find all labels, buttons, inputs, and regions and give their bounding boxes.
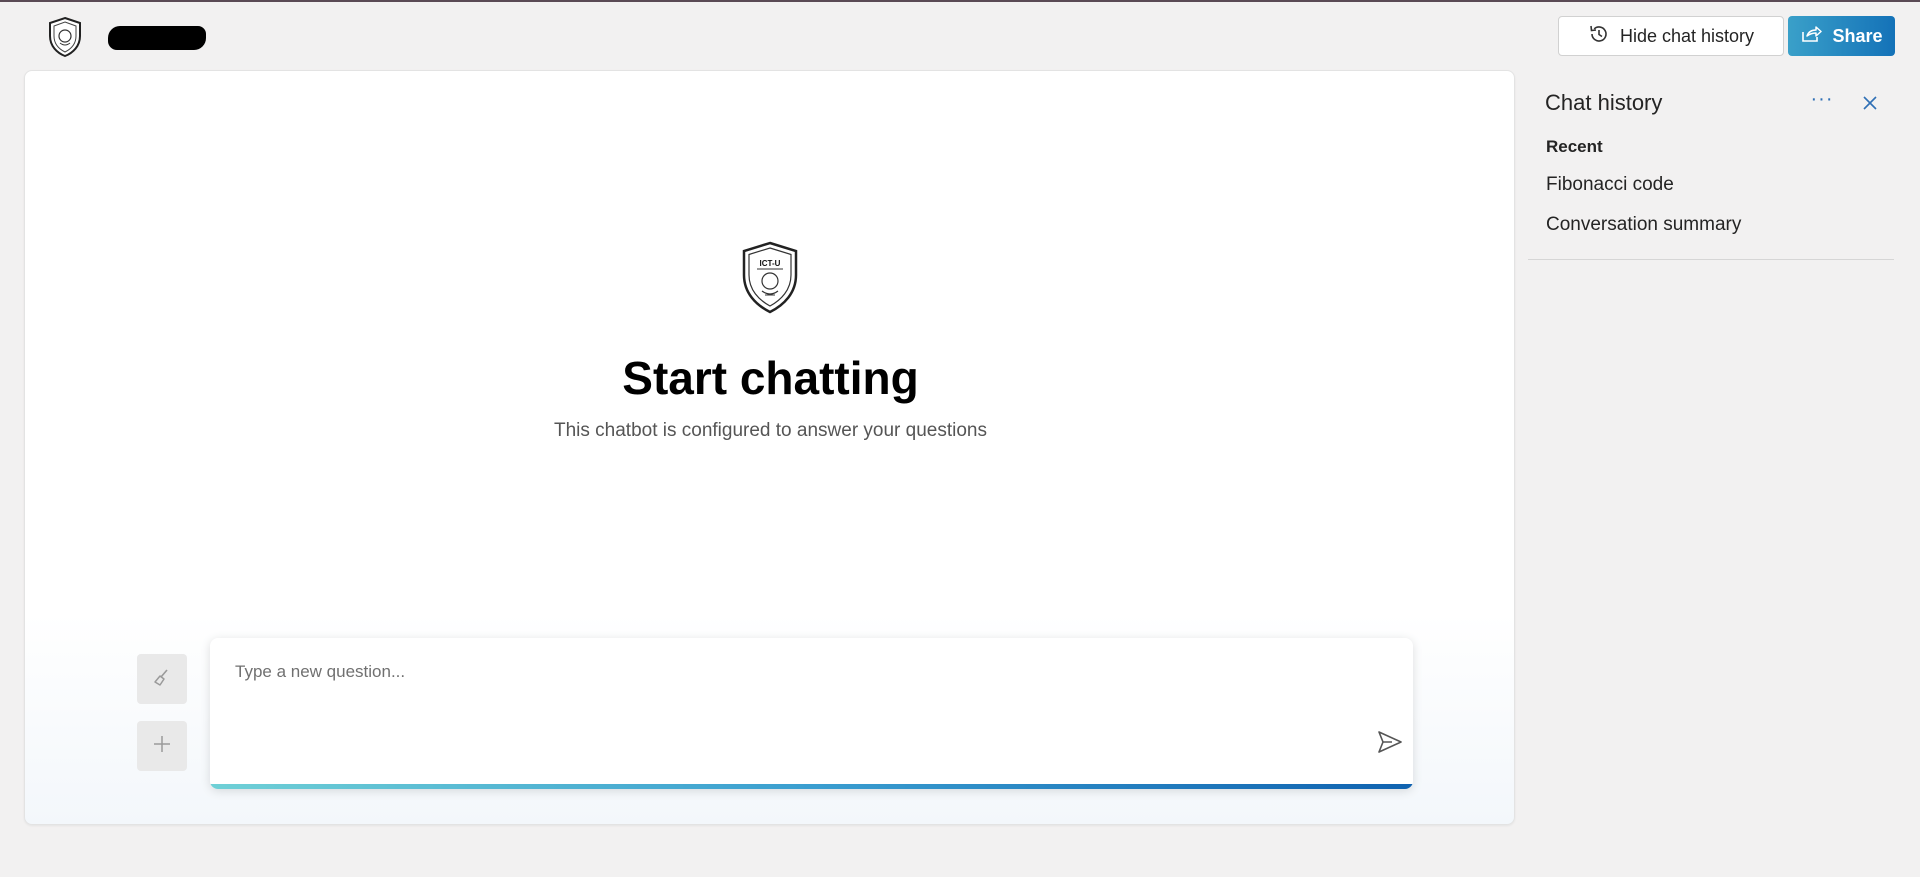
question-input[interactable] — [235, 656, 1335, 688]
share-button[interactable]: Share — [1788, 16, 1895, 56]
hide-chat-history-button[interactable]: Hide chat history — [1558, 16, 1784, 56]
recent-section-label: Recent — [1546, 137, 1603, 156]
new-chat-button[interactable] — [137, 721, 187, 771]
shield-logo-icon — [46, 16, 84, 58]
crest-logo-icon: ICT-U — [740, 241, 800, 315]
broom-icon — [151, 666, 173, 693]
history-item-fibonacci-code[interactable]: Fibonacci code — [1546, 174, 1674, 196]
send-button[interactable] — [1374, 728, 1406, 760]
plus-icon — [151, 733, 173, 760]
composer-accent-bar — [210, 784, 1413, 789]
question-composer — [210, 638, 1413, 789]
history-item-conversation-summary[interactable]: Conversation summary — [1546, 214, 1741, 236]
chat-panel: ICT-U Start chatting This chatbot is con… — [24, 70, 1515, 825]
page-title: Start chatting — [622, 352, 919, 404]
more-options-icon[interactable]: ··· — [1807, 88, 1837, 118]
hide-chat-history-label: Hide chat history — [1619, 25, 1755, 46]
redacted-app-name — [108, 26, 206, 50]
clear-chat-button[interactable] — [137, 654, 187, 704]
close-icon[interactable] — [1857, 90, 1883, 116]
share-icon — [1800, 24, 1823, 49]
page-subtitle: This chatbot is configured to answer you… — [553, 420, 987, 441]
chat-history-panel: Chat history ··· Recent Fibonacci code C… — [1528, 70, 1894, 260]
history-icon — [1588, 23, 1610, 50]
crest-text: ICT-U — [760, 259, 781, 268]
history-divider — [1528, 259, 1894, 260]
send-icon — [1376, 729, 1404, 760]
share-label: Share — [1832, 25, 1883, 46]
chat-history-title: Chat history — [1545, 90, 1663, 115]
header: Hide chat history Share — [0, 2, 1920, 68]
